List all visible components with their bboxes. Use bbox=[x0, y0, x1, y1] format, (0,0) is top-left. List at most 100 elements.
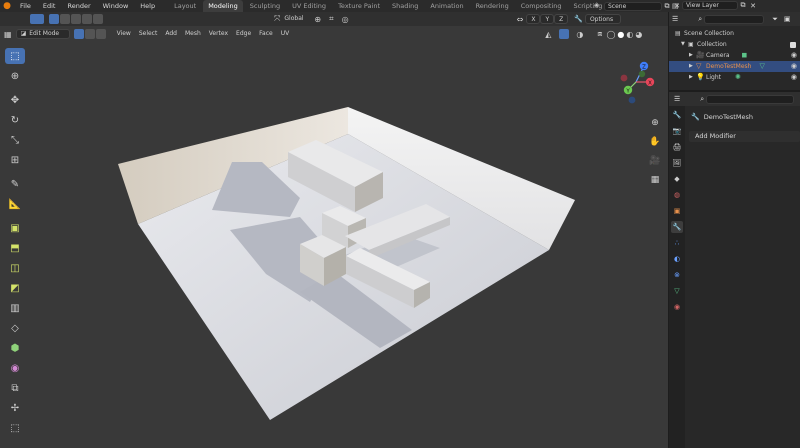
axis-x-toggle[interactable]: X bbox=[526, 14, 541, 24]
bevel-tool-icon[interactable]: ◩ bbox=[5, 280, 25, 296]
filter-icon[interactable]: ⏷ bbox=[772, 15, 778, 24]
object-tab-icon[interactable]: ▣ bbox=[671, 205, 683, 217]
tab-sculpting[interactable]: Sculpting bbox=[245, 0, 285, 12]
inset-tool-icon[interactable]: ◫ bbox=[5, 260, 25, 276]
camera-visibility-icon[interactable]: ◉ bbox=[791, 50, 797, 61]
gizmo-neg-z[interactable] bbox=[628, 96, 636, 104]
view-layer-selector[interactable]: ▤ View Layer ⧉ ✕ bbox=[672, 1, 758, 10]
loop-cut-tool-icon[interactable]: ▥ bbox=[5, 300, 25, 316]
scene-field[interactable]: Scene bbox=[604, 1, 662, 11]
axis-y-toggle[interactable]: Y bbox=[540, 14, 555, 24]
modifier-tab-icon[interactable]: 🔧 bbox=[671, 221, 683, 233]
menu-file[interactable]: File bbox=[14, 0, 37, 12]
select-intersect-icon[interactable] bbox=[93, 14, 103, 24]
menu-face[interactable]: Face bbox=[255, 29, 277, 39]
add-cube-tool-icon[interactable]: ▣ bbox=[5, 220, 25, 236]
outliner-item-demotestmesh[interactable]: ▶ ▽ DemoTestMesh ▽ ◉ bbox=[669, 61, 800, 72]
mode-dropdown[interactable]: ◪ Edit Mode bbox=[15, 29, 70, 39]
constraints-tab-icon[interactable]: ⊗ bbox=[671, 269, 683, 281]
gizmo-neg-x[interactable] bbox=[620, 74, 628, 82]
navigation-gizmo[interactable]: Z X Y bbox=[606, 52, 666, 112]
tab-animation[interactable]: Animation bbox=[425, 0, 468, 12]
tab-compositing[interactable]: Compositing bbox=[516, 0, 567, 12]
extrude-tool-icon[interactable]: ⬒ bbox=[5, 240, 25, 256]
smooth-tool-icon[interactable]: ⧉ bbox=[5, 380, 25, 396]
shrink-fatten-tool-icon[interactable]: ⬚ bbox=[5, 420, 25, 436]
menu-help[interactable]: Help bbox=[134, 0, 161, 12]
select-extend-icon[interactable] bbox=[60, 14, 70, 24]
move-tool-icon[interactable]: ✥ bbox=[5, 92, 25, 108]
tab-uv-editing[interactable]: UV Editing bbox=[287, 0, 331, 12]
xray-icon[interactable]: ⧈ bbox=[597, 29, 602, 39]
scene-tab-icon[interactable]: ◆ bbox=[671, 173, 683, 185]
exclude-checkbox-icon[interactable] bbox=[790, 41, 796, 48]
menu-edit[interactable]: Edit bbox=[37, 0, 62, 12]
view-layer-tab-icon[interactable]: 🖼 bbox=[671, 157, 683, 169]
proportional-edit-icon[interactable]: ◎ bbox=[342, 15, 349, 24]
rotate-tool-icon[interactable]: ↻ bbox=[5, 112, 25, 128]
output-tab-icon[interactable]: 🖨 bbox=[671, 141, 683, 153]
grid-perspective-icon[interactable]: ▦ bbox=[648, 173, 662, 187]
camera-data-icon[interactable]: ◼ bbox=[742, 50, 748, 61]
vertex-select-icon[interactable] bbox=[73, 29, 84, 39]
measure-tool-icon[interactable]: 📐 bbox=[5, 196, 25, 212]
light-visibility-icon[interactable]: ◉ bbox=[791, 72, 797, 83]
tool-tab-icon[interactable]: 🔧 bbox=[671, 109, 683, 121]
scale-tool-icon[interactable]: ⤡ bbox=[5, 132, 25, 148]
outliner-editor-icon[interactable]: ☰ bbox=[672, 15, 678, 23]
rendered-shading-icon[interactable]: ◕ bbox=[635, 30, 642, 39]
select-box-mode-icon[interactable] bbox=[30, 14, 44, 24]
edge-slide-tool-icon[interactable]: ✢ bbox=[5, 400, 25, 416]
expand-arrow-icon[interactable]: ▶ bbox=[689, 50, 696, 61]
world-tab-icon[interactable]: ◍ bbox=[671, 189, 683, 201]
new-view-layer-icon[interactable]: ⧉ bbox=[738, 1, 748, 10]
menu-uv[interactable]: UV bbox=[277, 29, 294, 39]
orientation-dropdown[interactable]: Global bbox=[280, 14, 312, 24]
tab-layout[interactable]: Layout bbox=[169, 0, 201, 12]
outliner-item-light[interactable]: ▶ 💡 Light ✺ ◉ bbox=[669, 72, 800, 83]
spin-tool-icon[interactable]: ◉ bbox=[5, 360, 25, 376]
properties-editor-icon[interactable]: ☰ bbox=[674, 95, 680, 103]
poly-build-tool-icon[interactable]: ⬢ bbox=[5, 340, 25, 356]
cursor-tool-icon[interactable]: ⊕ bbox=[5, 68, 25, 84]
pan-hand-icon[interactable]: ✋ bbox=[648, 135, 662, 149]
data-tab-icon[interactable]: ▽ bbox=[671, 285, 683, 297]
outliner-search-input[interactable] bbox=[704, 14, 765, 24]
select-subtract-icon[interactable] bbox=[71, 14, 81, 24]
tab-texture-paint[interactable]: Texture Paint bbox=[333, 0, 385, 12]
knife-tool-icon[interactable]: ◇ bbox=[5, 320, 25, 336]
mesh-visibility-icon[interactable]: ◉ bbox=[791, 61, 797, 72]
particles-tab-icon[interactable]: ∴ bbox=[671, 237, 683, 249]
render-tab-icon[interactable]: 📷 bbox=[671, 125, 683, 137]
options-dropdown[interactable]: Options bbox=[584, 14, 621, 24]
menu-window[interactable]: Window bbox=[97, 0, 135, 12]
tab-rendering[interactable]: Rendering bbox=[471, 0, 514, 12]
blender-logo-icon[interactable]: ● bbox=[0, 0, 14, 12]
edge-select-icon[interactable] bbox=[84, 29, 95, 39]
select-new-icon[interactable] bbox=[49, 14, 59, 24]
menu-select[interactable]: Select bbox=[135, 29, 162, 39]
properties-search-input[interactable] bbox=[706, 94, 795, 104]
expand-arrow-icon[interactable]: ▶ bbox=[689, 72, 696, 83]
mesh-data-icon[interactable]: ▽ bbox=[759, 61, 764, 72]
visibility-icon[interactable]: ◭ bbox=[545, 30, 551, 39]
expand-arrow-icon[interactable]: ▶ bbox=[689, 61, 696, 72]
material-shading-icon[interactable]: ◐ bbox=[626, 30, 633, 39]
face-select-icon[interactable] bbox=[95, 29, 106, 39]
view-layer-field[interactable]: View Layer bbox=[682, 1, 738, 10]
menu-vertex[interactable]: Vertex bbox=[205, 29, 232, 39]
tab-shading[interactable]: Shading bbox=[387, 0, 423, 12]
axis-z-toggle[interactable]: Z bbox=[554, 14, 569, 24]
collapse-arrow-icon[interactable]: ▼ bbox=[681, 39, 688, 50]
menu-edge[interactable]: Edge bbox=[232, 29, 255, 39]
3d-viewport[interactable]: ⤧ Global ⊕ ⌗ ◎ ⇔ X Y Z 🔧 Options ▦ ◪ Edi… bbox=[0, 12, 668, 448]
camera-view-icon[interactable]: 🎥 bbox=[648, 154, 662, 168]
material-tab-icon[interactable]: ◉ bbox=[671, 301, 683, 313]
tab-modeling[interactable]: Modeling bbox=[203, 0, 243, 12]
outliner-item-camera[interactable]: ▶ 🎥 Camera ◼ ◉ bbox=[669, 50, 800, 61]
scene-render[interactable] bbox=[0, 12, 668, 448]
annotate-tool-icon[interactable]: ✎ bbox=[5, 176, 25, 192]
scene-collection-row[interactable]: ▤ Scene Collection bbox=[669, 28, 800, 39]
gizmo-toggle-icon[interactable] bbox=[559, 29, 570, 39]
menu-add[interactable]: Add bbox=[161, 29, 181, 39]
